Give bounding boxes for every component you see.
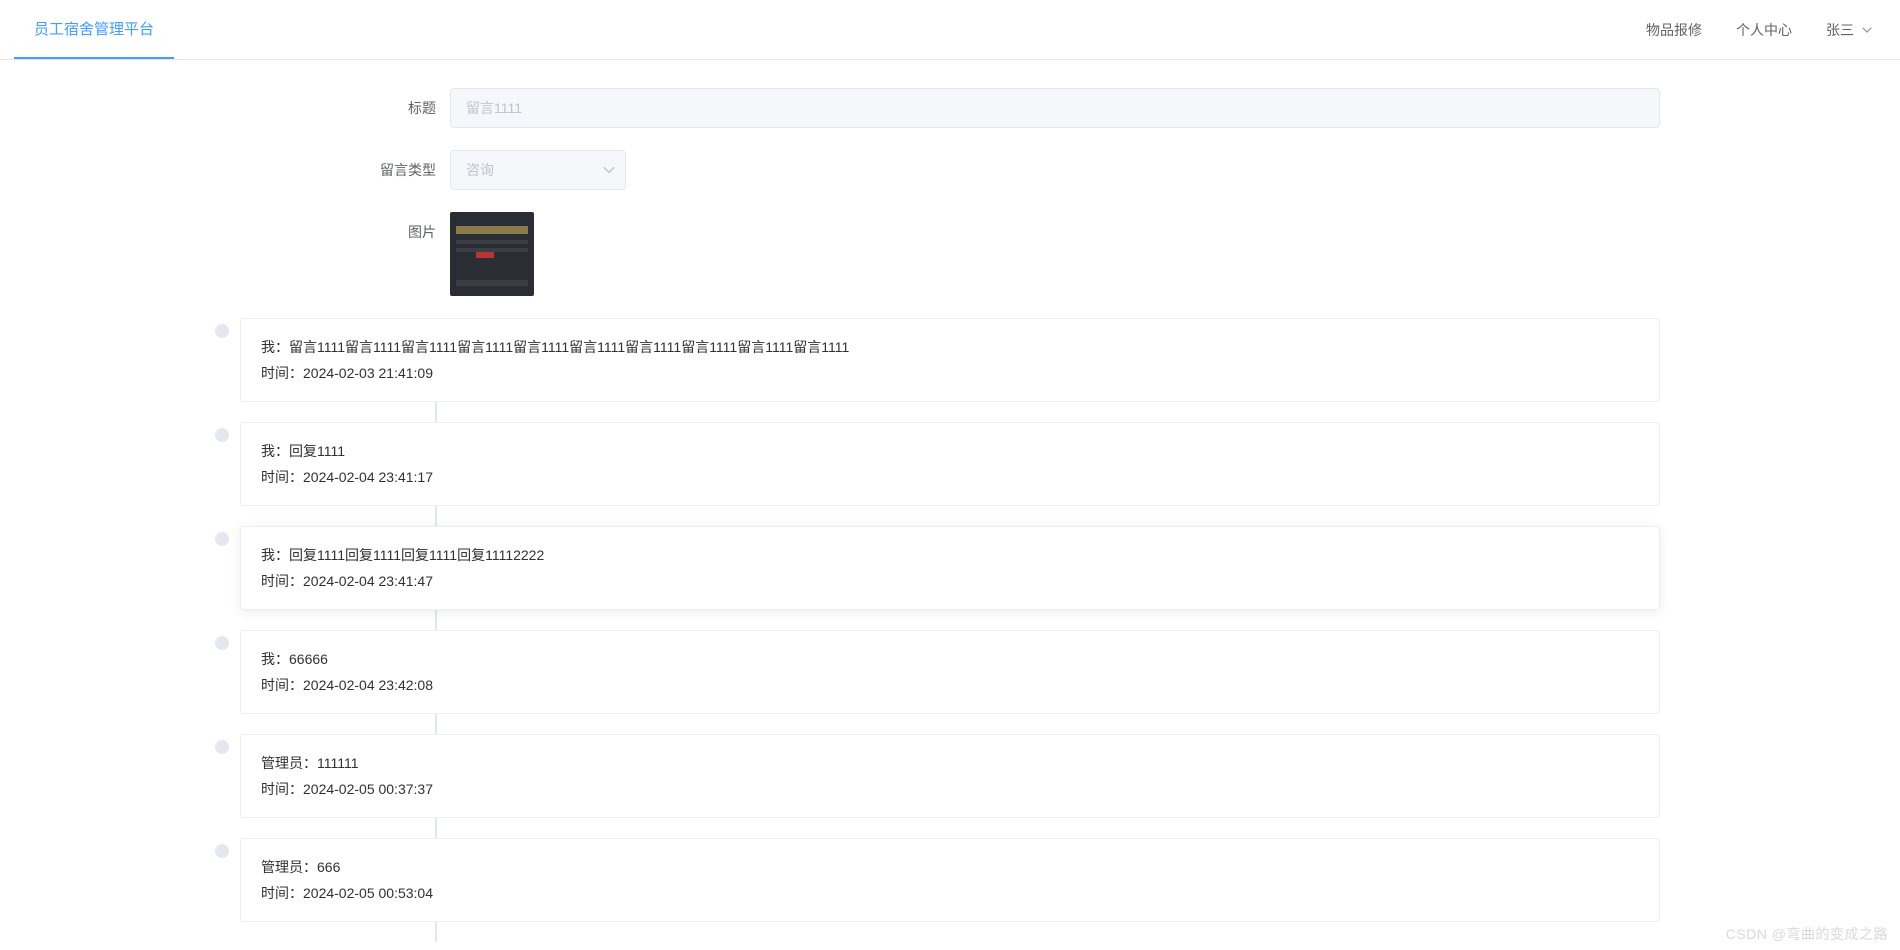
chevron-down-icon: [603, 164, 615, 176]
timeline-item: 管理员：111111 时间：2024-02-05 00:37:37: [26, 734, 1660, 818]
timeline: 我：留言1111留言1111留言1111留言1111留言1111留言1111留言…: [240, 318, 1660, 942]
timeline-node-icon: [215, 636, 229, 650]
timeline-node-icon: [215, 740, 229, 754]
message-time: 时间：2024-02-05 00:53:04: [261, 883, 1639, 903]
content: 标题 留言1111 留言类型 咨询 图片: [240, 60, 1660, 942]
label-image: 图片: [240, 212, 450, 252]
timeline-card[interactable]: 我：回复1111 时间：2024-02-04 23:41:17: [240, 422, 1660, 506]
type-select-value: 咨询: [466, 162, 494, 178]
message-time: 时间：2024-02-03 21:41:09: [261, 363, 1639, 383]
message-text: 管理员：111111: [261, 753, 1639, 773]
form-row-title: 标题 留言1111: [240, 88, 1660, 128]
user-menu[interactable]: 张三: [1826, 20, 1872, 40]
timeline-card[interactable]: 我：留言1111留言1111留言1111留言1111留言1111留言1111留言…: [240, 318, 1660, 402]
message-time: 时间：2024-02-05 00:37:37: [261, 779, 1639, 799]
nav-right: 物品报修 个人中心 张三: [1646, 20, 1872, 40]
message-text: 我：回复1111: [261, 441, 1639, 461]
user-name: 张三: [1826, 20, 1854, 40]
timeline-card[interactable]: 我：66666 时间：2024-02-04 23:42:08: [240, 630, 1660, 714]
message-text: 管理员：666: [261, 857, 1639, 877]
timeline-card[interactable]: 管理员：111111 时间：2024-02-05 00:37:37: [240, 734, 1660, 818]
message-text: 我：回复1111回复1111回复1111回复11112222: [261, 545, 1639, 565]
timeline-card[interactable]: 管理员：666 时间：2024-02-05 00:53:04: [240, 838, 1660, 922]
message-time: 时间：2024-02-04 23:41:17: [261, 467, 1639, 487]
nav-link-profile[interactable]: 个人中心: [1736, 20, 1792, 40]
chevron-down-icon: [1862, 25, 1872, 35]
message-time: 时间：2024-02-04 23:42:08: [261, 675, 1639, 695]
form-row-type: 留言类型 咨询: [240, 150, 1660, 190]
timeline-node-icon: [215, 844, 229, 858]
timeline-item: 我：66666 时间：2024-02-04 23:42:08: [26, 630, 1660, 714]
navbar: 员工宿舍管理平台 物品报修 个人中心 张三: [0, 0, 1900, 60]
timeline-item: 管理员：666 时间：2024-02-05 00:53:04: [26, 838, 1660, 922]
label-type: 留言类型: [240, 150, 450, 190]
timeline-node-icon: [215, 428, 229, 442]
message-time: 时间：2024-02-04 23:41:47: [261, 571, 1639, 591]
message-text: 我：留言1111留言1111留言1111留言1111留言1111留言1111留言…: [261, 337, 1639, 357]
type-select: 咨询: [450, 150, 626, 190]
timeline-item: 我：回复1111 时间：2024-02-04 23:41:17: [26, 422, 1660, 506]
timeline-item: 我：回复1111回复1111回复1111回复11112222 时间：2024-02…: [26, 526, 1660, 610]
brand-tab[interactable]: 员工宿舍管理平台: [14, 0, 174, 59]
timeline-node-icon: [215, 532, 229, 546]
timeline-item: 我：留言1111留言1111留言1111留言1111留言1111留言1111留言…: [26, 318, 1660, 402]
nav-left: 员工宿舍管理平台: [0, 0, 174, 59]
nav-link-repair[interactable]: 物品报修: [1646, 20, 1702, 40]
image-thumbnail[interactable]: [450, 212, 534, 296]
timeline-node-icon: [215, 324, 229, 338]
brand-title: 员工宿舍管理平台: [34, 18, 154, 39]
title-input: 留言1111: [450, 88, 1660, 128]
message-text: 我：66666: [261, 649, 1639, 669]
watermark: CSDN @弯曲的变成之路: [1726, 924, 1888, 944]
timeline-card[interactable]: 我：回复1111回复1111回复1111回复11112222 时间：2024-02…: [240, 526, 1660, 610]
form-row-image: 图片: [240, 212, 1660, 296]
label-title: 标题: [240, 88, 450, 128]
